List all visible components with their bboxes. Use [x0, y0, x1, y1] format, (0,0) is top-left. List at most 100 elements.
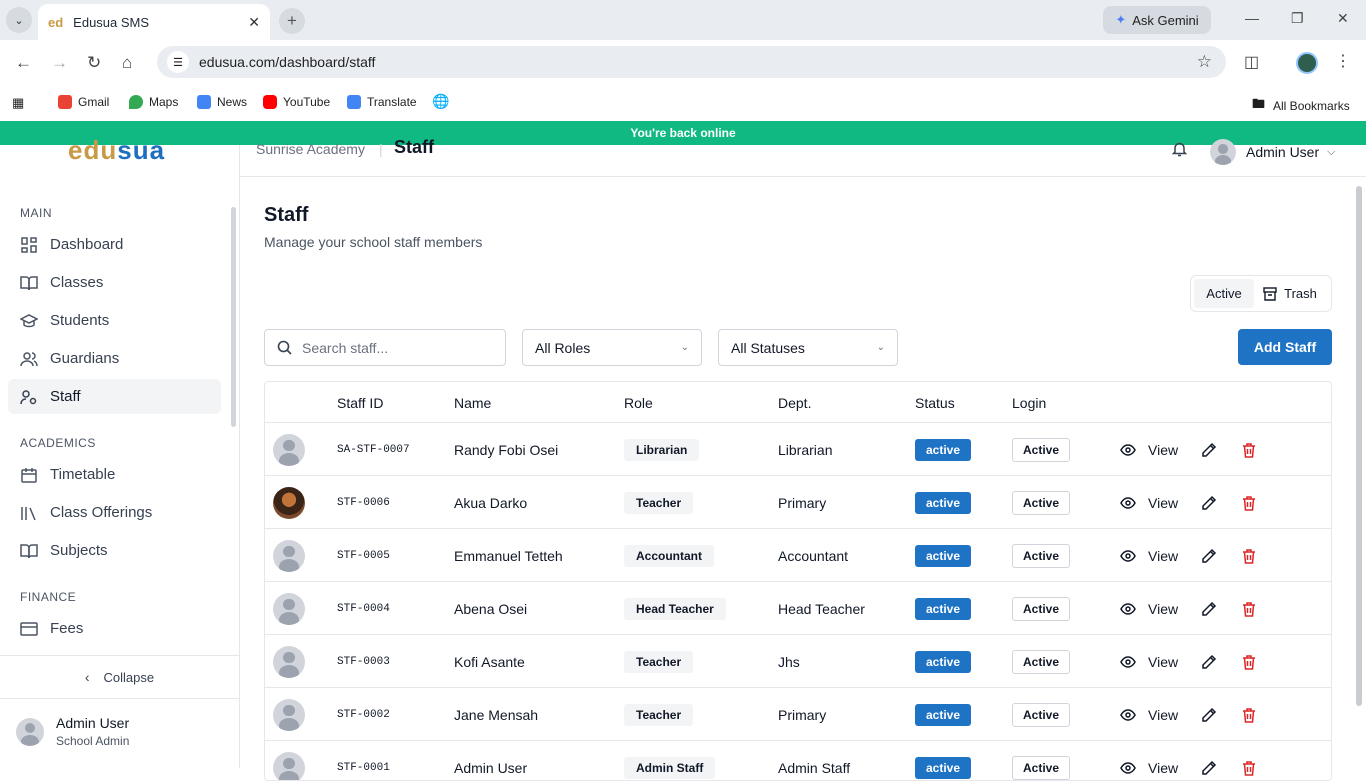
- sidebar-item-classes[interactable]: Classes: [8, 265, 221, 300]
- site-settings-icon[interactable]: ☰: [167, 51, 189, 73]
- staff-dept: Librarian: [778, 423, 832, 476]
- header-role: Role: [624, 395, 653, 411]
- table-row[interactable]: STF-0003 Kofi Asante Teacher Jhs active …: [265, 634, 1332, 687]
- tab-search-chevron-icon[interactable]: ⌄: [6, 7, 32, 33]
- reload-icon[interactable]: ↻: [87, 53, 101, 73]
- restore-icon[interactable]: ❐: [1291, 10, 1304, 27]
- edit-pencil-icon[interactable]: [1201, 548, 1217, 564]
- role-badge: Teacher: [624, 704, 693, 726]
- collapse-label: Collapse: [104, 670, 155, 685]
- all-bookmarks[interactable]: 🖿All Bookmarks: [1252, 95, 1350, 117]
- close-tab-icon[interactable]: ✕: [248, 14, 260, 31]
- toggle-trash-button[interactable]: Trash: [1254, 279, 1326, 308]
- view-label: View: [1148, 495, 1178, 511]
- table-row[interactable]: STF-0005 Emmanuel Tetteh Accountant Acco…: [265, 528, 1332, 581]
- apps-grid-icon[interactable]: ▦: [12, 95, 24, 111]
- sidebar-item-students[interactable]: Students: [8, 303, 221, 338]
- table-row[interactable]: SA-STF-0007 Randy Fobi Osei Librarian Li…: [265, 422, 1332, 475]
- extensions-puzzle-icon[interactable]: ◫: [1244, 52, 1259, 72]
- ask-gemini-button[interactable]: ✦Ask Gemini: [1103, 6, 1211, 34]
- user-cog-icon: [20, 388, 38, 406]
- sidebar-item-label: Students: [50, 312, 109, 329]
- view-button[interactable]: View: [1120, 654, 1178, 670]
- sidebar-item-staff[interactable]: Staff: [8, 379, 221, 414]
- sidebar-item-timetable[interactable]: Timetable: [8, 457, 221, 492]
- role-filter-select[interactable]: All Roles ⌄: [522, 329, 702, 366]
- bell-icon[interactable]: [1172, 141, 1187, 161]
- profile-avatar-icon[interactable]: [1296, 52, 1318, 74]
- toggle-active-button[interactable]: Active: [1194, 279, 1254, 308]
- view-button[interactable]: View: [1120, 495, 1178, 511]
- browser-tab[interactable]: ed Edusua SMS ✕: [38, 4, 270, 40]
- main-scrollbar[interactable]: [1356, 186, 1362, 706]
- edit-pencil-icon[interactable]: [1201, 495, 1217, 511]
- bookmark-star-icon[interactable]: ☆: [1197, 52, 1212, 72]
- library-icon: [20, 504, 38, 522]
- status-filter-select[interactable]: All Statuses ⌄: [718, 329, 898, 366]
- forward-arrow-icon[interactable]: →: [51, 53, 68, 73]
- graduation-cap-icon: [20, 312, 38, 330]
- table-row[interactable]: STF-0006 Akua Darko Teacher Primary acti…: [265, 475, 1332, 528]
- view-button[interactable]: View: [1120, 707, 1178, 723]
- back-arrow-icon[interactable]: ←: [15, 53, 32, 73]
- search-input[interactable]: [302, 340, 492, 356]
- breadcrumb-school[interactable]: Sunrise Academy: [256, 141, 365, 157]
- staff-dept: Accountant: [778, 529, 848, 582]
- browser-tab-bar: ⌄ ed Edusua SMS ✕ + ✦Ask Gemini — ❐ ✕: [0, 0, 1366, 40]
- edit-pencil-icon[interactable]: [1201, 442, 1217, 458]
- table-row[interactable]: STF-0004 Abena Osei Head Teacher Head Te…: [265, 581, 1332, 634]
- folder-icon: 🖿: [1252, 95, 1265, 117]
- edit-pencil-icon[interactable]: [1201, 601, 1217, 617]
- sidebar-user[interactable]: Admin User School Admin: [16, 715, 129, 748]
- view-button[interactable]: View: [1120, 548, 1178, 564]
- page-subtitle: Manage your school staff members: [264, 234, 482, 250]
- credit-card-icon: [20, 620, 38, 638]
- bookmark-maps[interactable]: Maps: [129, 95, 178, 109]
- table-row[interactable]: STF-0002 Jane Mensah Teacher Primary act…: [265, 687, 1332, 740]
- sidebar-scrollbar[interactable]: [231, 207, 236, 427]
- staff-dept: Head Teacher: [778, 582, 865, 635]
- app-logo[interactable]: edusua: [68, 135, 165, 166]
- browser-menu-icon[interactable]: ⋮: [1335, 51, 1351, 71]
- sidebar-item-guardians[interactable]: Guardians: [8, 341, 221, 376]
- delete-trash-icon[interactable]: [1242, 548, 1256, 564]
- view-button[interactable]: View: [1120, 442, 1178, 458]
- edit-pencil-icon[interactable]: [1201, 707, 1217, 723]
- sidebar-item-label: Fees: [50, 620, 83, 637]
- address-bar-row: ← → ↻ ⌂ ☰ edusua.com/dashboard/staff ☆ ◫…: [0, 40, 1366, 86]
- collapse-button[interactable]: ‹ Collapse: [0, 655, 239, 699]
- user-menu[interactable]: Admin User ⌵: [1210, 139, 1335, 165]
- view-button[interactable]: View: [1120, 601, 1178, 617]
- role-badge: Accountant: [624, 545, 714, 567]
- new-tab-plus-icon[interactable]: +: [279, 8, 305, 34]
- delete-trash-icon[interactable]: [1242, 707, 1256, 723]
- add-staff-button[interactable]: Add Staff: [1238, 329, 1332, 365]
- header-staff-id: Staff ID: [337, 395, 383, 411]
- delete-trash-icon[interactable]: [1242, 442, 1256, 458]
- sidebar-item-fees[interactable]: Fees: [8, 611, 221, 646]
- login-badge: Active: [1012, 703, 1070, 727]
- status-badge: active: [915, 545, 971, 567]
- table-row[interactable]: STF-0001 Admin User Admin Staff Admin St…: [265, 740, 1332, 781]
- globe-icon[interactable]: 🌐: [432, 93, 449, 110]
- omnibox[interactable]: ☰ edusua.com/dashboard/staff ☆: [157, 46, 1226, 78]
- login-badge: Active: [1012, 544, 1070, 568]
- sidebar-item-dashboard[interactable]: Dashboard: [8, 227, 221, 262]
- sidebar-item-label: Staff: [50, 388, 81, 405]
- bookmark-translate[interactable]: Translate: [347, 95, 417, 109]
- sidebar-item-subjects[interactable]: Subjects: [8, 533, 221, 568]
- bookmark-gmail[interactable]: Gmail: [58, 95, 109, 109]
- online-banner: You're back online: [0, 121, 1366, 145]
- delete-trash-icon[interactable]: [1242, 654, 1256, 670]
- minimize-icon[interactable]: —: [1245, 10, 1259, 26]
- edit-pencil-icon[interactable]: [1201, 654, 1217, 670]
- sidebar-item-class-offerings[interactable]: Class Offerings: [8, 495, 221, 530]
- bookmark-youtube[interactable]: YouTube: [263, 95, 330, 109]
- delete-trash-icon[interactable]: [1242, 495, 1256, 511]
- bookmark-news[interactable]: News: [197, 95, 247, 109]
- sidebar: edusua MAIN Dashboard Classes Students G…: [0, 145, 240, 768]
- status-badge: active: [915, 598, 971, 620]
- home-icon[interactable]: ⌂: [122, 53, 132, 73]
- close-window-icon[interactable]: ✕: [1337, 10, 1349, 27]
- delete-trash-icon[interactable]: [1242, 601, 1256, 617]
